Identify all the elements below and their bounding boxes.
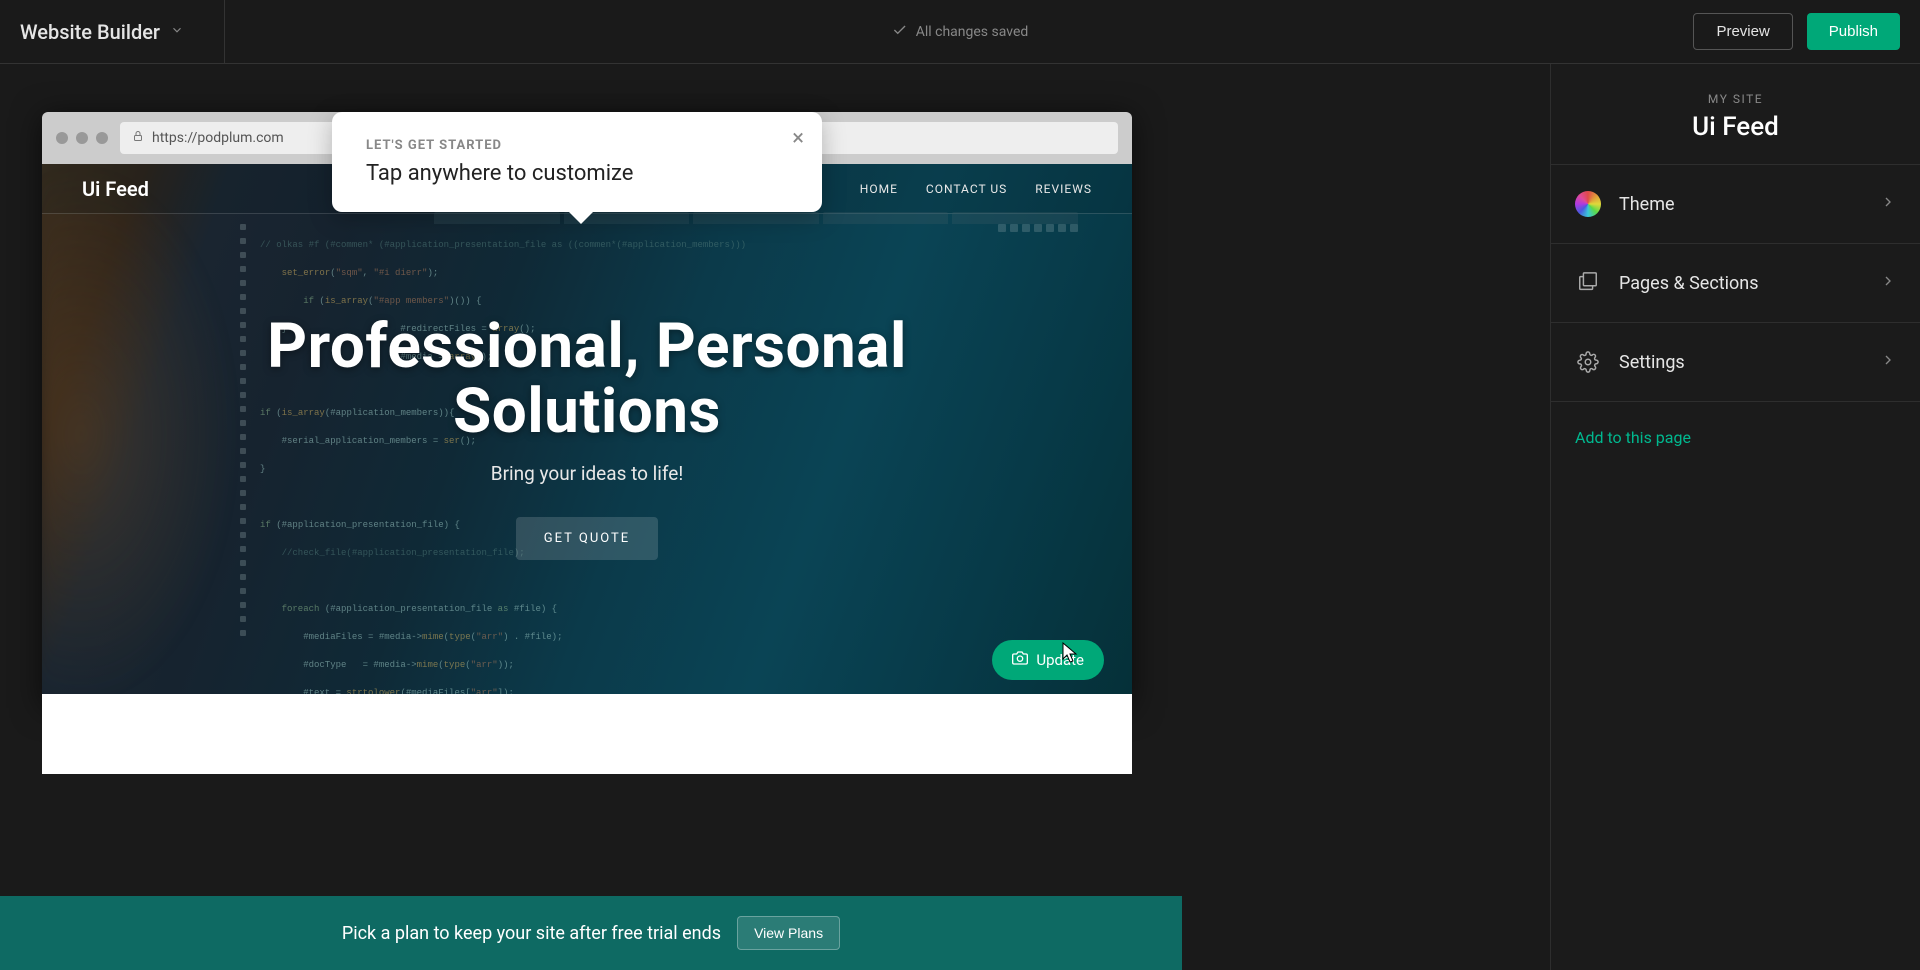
banner-text: Pick a plan to keep your site after free…	[342, 923, 721, 944]
chevron-down-icon	[170, 23, 184, 41]
lock-icon	[132, 130, 144, 146]
tooltip-eyebrow: LET'S GET STARTED	[366, 138, 788, 153]
check-icon	[892, 22, 908, 42]
sidebar-item-theme[interactable]: Theme	[1551, 165, 1920, 244]
onboarding-tooltip: × LET'S GET STARTED Tap anywhere to cust…	[332, 112, 822, 212]
site-menu-reviews[interactable]: REVIEWS	[1035, 182, 1092, 196]
save-status-group: All changes saved	[892, 22, 1029, 42]
sidebar-item-label: Theme	[1619, 194, 1675, 215]
close-icon[interactable]: ×	[792, 126, 804, 151]
hero-cta-button[interactable]: GET QUOTE	[516, 517, 658, 560]
tooltip-arrow	[567, 210, 595, 224]
right-sidebar: MY SITE Ui Feed Theme Pages & Sections	[1550, 64, 1920, 970]
site-menu-home[interactable]: HOME	[860, 182, 898, 196]
hero-title-line2: Solutions	[42, 379, 1132, 444]
canvas-area[interactable]: https://podplum.com Ui Feed HOME CONTACT…	[0, 64, 1550, 970]
tooltip-text: Tap anywhere to customize	[366, 161, 788, 186]
trial-banner: Pick a plan to keep your site after free…	[0, 896, 1182, 970]
chevron-right-icon	[1880, 194, 1896, 214]
window-dot	[56, 132, 68, 144]
url-text: https://podplum.com	[152, 130, 284, 146]
chevron-right-icon	[1880, 352, 1896, 372]
color-wheel-icon	[1575, 191, 1601, 217]
sidebar-item-label: Settings	[1619, 352, 1685, 373]
next-section-peek[interactable]	[42, 694, 1132, 774]
sidebar-item-label: Pages & Sections	[1619, 273, 1759, 294]
site-preview[interactable]: Ui Feed HOME CONTACT US REVIEWS	[42, 164, 1132, 704]
window-dot	[96, 132, 108, 144]
app-header: Website Builder All changes saved Previe…	[0, 0, 1920, 64]
window-controls	[56, 132, 108, 144]
gear-icon	[1575, 349, 1601, 375]
update-button[interactable]: Update	[992, 640, 1104, 680]
hero-title-line1: Professional, Personal	[42, 314, 1132, 379]
camera-icon	[1012, 650, 1028, 670]
site-menu: HOME CONTACT US REVIEWS	[860, 182, 1092, 196]
hero-title[interactable]: Professional, Personal Solutions	[42, 314, 1132, 444]
header-actions: Preview Publish	[1693, 13, 1900, 50]
sidebar-header: MY SITE Ui Feed	[1551, 64, 1920, 165]
hero-subtitle[interactable]: Bring your ideas to life!	[42, 462, 1132, 485]
app-title: Website Builder	[20, 20, 160, 44]
site-menu-contact[interactable]: CONTACT US	[926, 182, 1007, 196]
hero-section[interactable]: Professional, Personal Solutions Bring y…	[42, 314, 1132, 560]
save-status-text: All changes saved	[916, 24, 1029, 40]
site-logo[interactable]: Ui Feed	[82, 177, 149, 201]
add-section: Add to this page	[1551, 402, 1920, 473]
preview-button[interactable]: Preview	[1693, 13, 1792, 50]
app-title-group[interactable]: Website Builder	[20, 0, 225, 63]
publish-button[interactable]: Publish	[1807, 13, 1900, 50]
site-name[interactable]: Ui Feed	[1575, 112, 1896, 142]
my-site-label: MY SITE	[1575, 92, 1896, 106]
sidebar-item-settings[interactable]: Settings	[1551, 323, 1920, 402]
chevron-right-icon	[1880, 273, 1896, 293]
window-dot	[76, 132, 88, 144]
view-plans-button[interactable]: View Plans	[737, 916, 840, 950]
add-to-page-link[interactable]: Add to this page	[1575, 428, 1691, 447]
sidebar-item-pages[interactable]: Pages & Sections	[1551, 244, 1920, 323]
pages-icon	[1575, 270, 1601, 296]
update-label: Update	[1036, 651, 1084, 669]
